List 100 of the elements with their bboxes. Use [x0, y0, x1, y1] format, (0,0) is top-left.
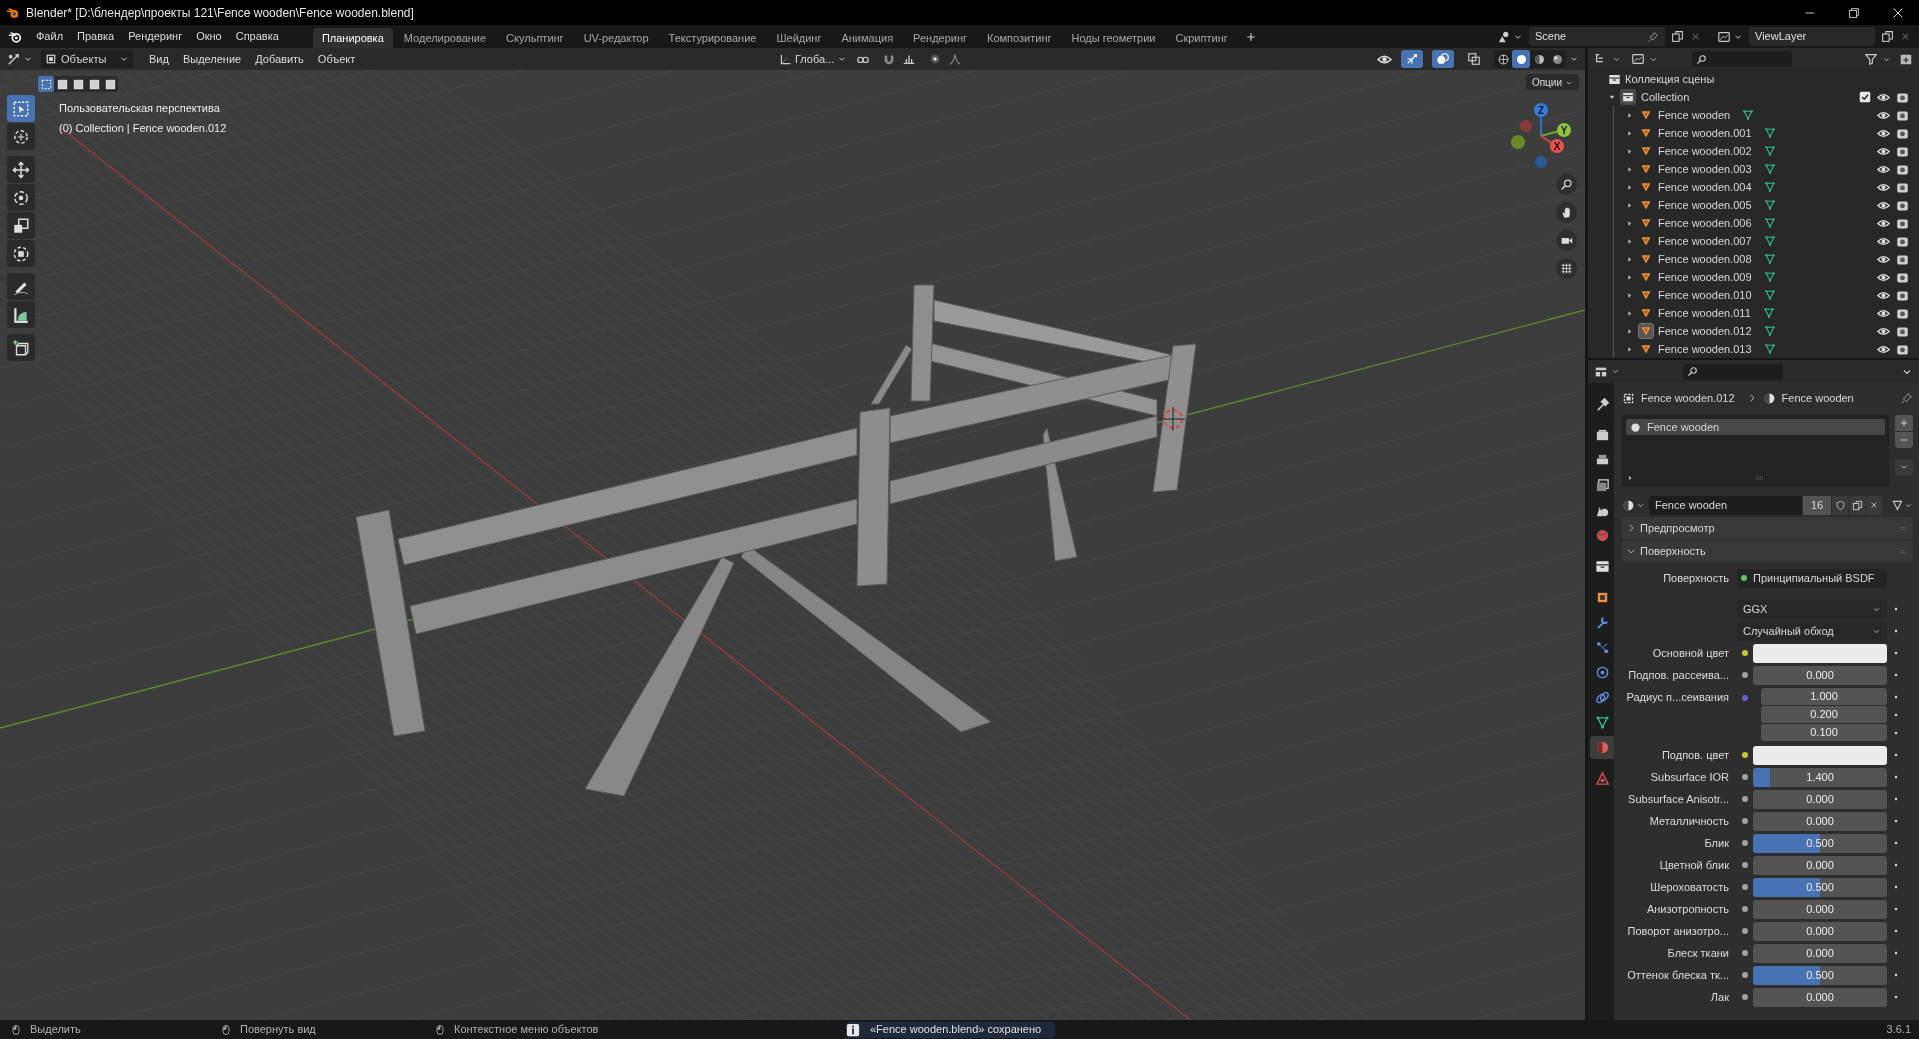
move-tool[interactable] — [7, 156, 35, 183]
expand-icon[interactable] — [1625, 128, 1634, 138]
camera-icon[interactable] — [1896, 90, 1909, 104]
shield-icon[interactable] — [1834, 499, 1846, 511]
mesh-data-icon[interactable] — [1763, 271, 1776, 283]
menu-item[interactable]: Окно — [190, 26, 228, 47]
expand-icon[interactable] — [1625, 236, 1634, 246]
camera-icon[interactable] — [1896, 324, 1909, 338]
mesh-data-icon[interactable] — [1763, 163, 1776, 175]
camera-icon[interactable] — [1896, 252, 1909, 266]
camera-icon[interactable] — [1896, 162, 1909, 176]
menu-item[interactable]: Правка — [71, 26, 121, 47]
dropdown[interactable]: Случайный обход — [1737, 621, 1887, 641]
menu-item[interactable]: Рендеринг — [122, 26, 189, 47]
expand-icon[interactable] — [1625, 290, 1634, 300]
material-name-field[interactable]: Fence wooden — [1649, 495, 1802, 515]
expand-icon[interactable] — [1625, 254, 1634, 264]
scene-collection-label[interactable]: Коллекция сцены — [1625, 70, 1715, 88]
breadcrumb-item[interactable]: Fence wooden.012 — [1641, 389, 1735, 407]
falloff-icon[interactable] — [948, 52, 963, 66]
mesh-data-icon[interactable] — [1763, 145, 1776, 157]
number-field[interactable]: 0.000 — [1753, 921, 1887, 941]
camera-icon[interactable] — [1896, 306, 1909, 320]
expand-icon[interactable] — [1625, 344, 1634, 354]
measure-tool[interactable] — [7, 301, 35, 328]
shading-button[interactable] — [1512, 50, 1530, 68]
object-label[interactable]: Fence wooden.004 — [1658, 179, 1752, 195]
number-slider[interactable]: 1.400 — [1753, 767, 1887, 787]
zoom-icon[interactable] — [1560, 178, 1573, 191]
expand-icon[interactable] — [1625, 308, 1634, 318]
number-field[interactable]: 0.100 — [1761, 724, 1887, 741]
shader-field[interactable]: Принципиальный BSDF — [1737, 568, 1887, 588]
mesh-data-icon[interactable] — [1763, 289, 1776, 301]
mesh-data-icon[interactable] — [1891, 498, 1904, 512]
number-field[interactable]: 1.000 — [1761, 688, 1887, 705]
object-label[interactable]: Fence wooden.009 — [1658, 269, 1752, 285]
collection-label[interactable]: Collection — [1641, 88, 1690, 106]
menu-item[interactable]: Справка — [229, 26, 285, 47]
pin-icon[interactable] — [1900, 391, 1913, 405]
workspace-tab[interactable]: Моделирование — [394, 28, 496, 48]
cursor-tool[interactable] — [7, 123, 35, 150]
number-slider[interactable]: 0.500 — [1753, 833, 1887, 853]
workspace-tab[interactable]: Планировка — [312, 28, 393, 48]
color-swatch[interactable] — [1753, 745, 1887, 765]
expand-icon[interactable] — [1625, 110, 1634, 120]
scale-tool[interactable] — [7, 212, 35, 239]
panel-header[interactable]: Поверхность — [1622, 540, 1913, 562]
add-slot-icon[interactable] — [1899, 418, 1909, 428]
new-collection-icon[interactable] — [1899, 52, 1913, 66]
workspace-tab[interactable]: Анимация — [832, 28, 903, 48]
object-label[interactable]: Fence wooden.013 — [1658, 341, 1752, 357]
scene-field[interactable]: Scene — [1529, 27, 1665, 46]
material-browse-icon[interactable] — [1622, 498, 1635, 512]
workspace-tab[interactable]: Текстурирование — [659, 28, 766, 48]
number-field[interactable]: 0.000 — [1753, 665, 1887, 685]
expand-icon[interactable] — [1625, 182, 1634, 192]
workspace-tab[interactable]: Ноды геометрии — [1062, 28, 1165, 48]
breadcrumb-item[interactable]: Fence wooden — [1781, 389, 1854, 407]
material-tab[interactable] — [1590, 736, 1614, 759]
annotate-tool[interactable] — [7, 273, 35, 300]
menu-item[interactable]: Добавить — [249, 50, 310, 68]
object-label[interactable]: Fence wooden.002 — [1658, 143, 1752, 159]
grid-icon[interactable] — [1560, 262, 1573, 275]
pin-icon[interactable] — [1647, 30, 1659, 43]
number-field[interactable]: 0.200 — [1761, 706, 1887, 723]
camera-icon[interactable] — [1896, 270, 1909, 284]
expand-icon[interactable] — [1625, 164, 1634, 174]
workspace-tab[interactable]: Шейдинг — [767, 28, 831, 48]
mesh-data-icon[interactable] — [1763, 253, 1776, 265]
object-label[interactable]: Fence wooden.005 — [1658, 197, 1752, 213]
number-field[interactable]: 0.000 — [1753, 811, 1887, 831]
object-label[interactable]: Fence wooden.011 — [1658, 305, 1751, 321]
options-button[interactable]: Опции — [1525, 74, 1579, 90]
camera-icon[interactable] — [1896, 216, 1909, 230]
axis-handle[interactable]: Z — [1534, 103, 1548, 117]
dropdown[interactable]: GGX — [1737, 599, 1887, 619]
layers-icon[interactable] — [1717, 29, 1731, 44]
overlay-toggle[interactable] — [1432, 50, 1454, 68]
camera-icon[interactable] — [1896, 288, 1909, 302]
expand-icon[interactable] — [1625, 218, 1634, 228]
expand-icon[interactable] — [1625, 146, 1634, 156]
copy-icon[interactable] — [1671, 30, 1684, 43]
mesh-data-icon[interactable] — [1763, 127, 1776, 139]
user-count[interactable]: 16 — [1803, 495, 1831, 515]
transform-tool[interactable] — [7, 240, 35, 267]
number-slider[interactable]: 0.500 — [1753, 877, 1887, 897]
mesh-data-icon[interactable] — [1742, 109, 1755, 121]
hand-icon[interactable] — [1560, 206, 1573, 219]
camera-icon[interactable] — [1896, 126, 1909, 140]
mesh-data-icon[interactable] — [1763, 181, 1776, 193]
mesh-data-icon[interactable] — [1763, 199, 1776, 211]
menu-item[interactable]: Файл — [30, 26, 70, 47]
scene-icon[interactable] — [1497, 29, 1511, 44]
workspace-tab[interactable]: Композитинг — [978, 28, 1061, 48]
display-mode-icon[interactable] — [1631, 52, 1645, 66]
number-field[interactable]: 0.000 — [1753, 789, 1887, 809]
select-box-tool[interactable] — [7, 95, 35, 122]
color-swatch[interactable] — [1753, 643, 1887, 663]
object-label[interactable]: Fence wooden.001 — [1658, 125, 1752, 141]
expand-icon[interactable] — [1625, 326, 1634, 336]
